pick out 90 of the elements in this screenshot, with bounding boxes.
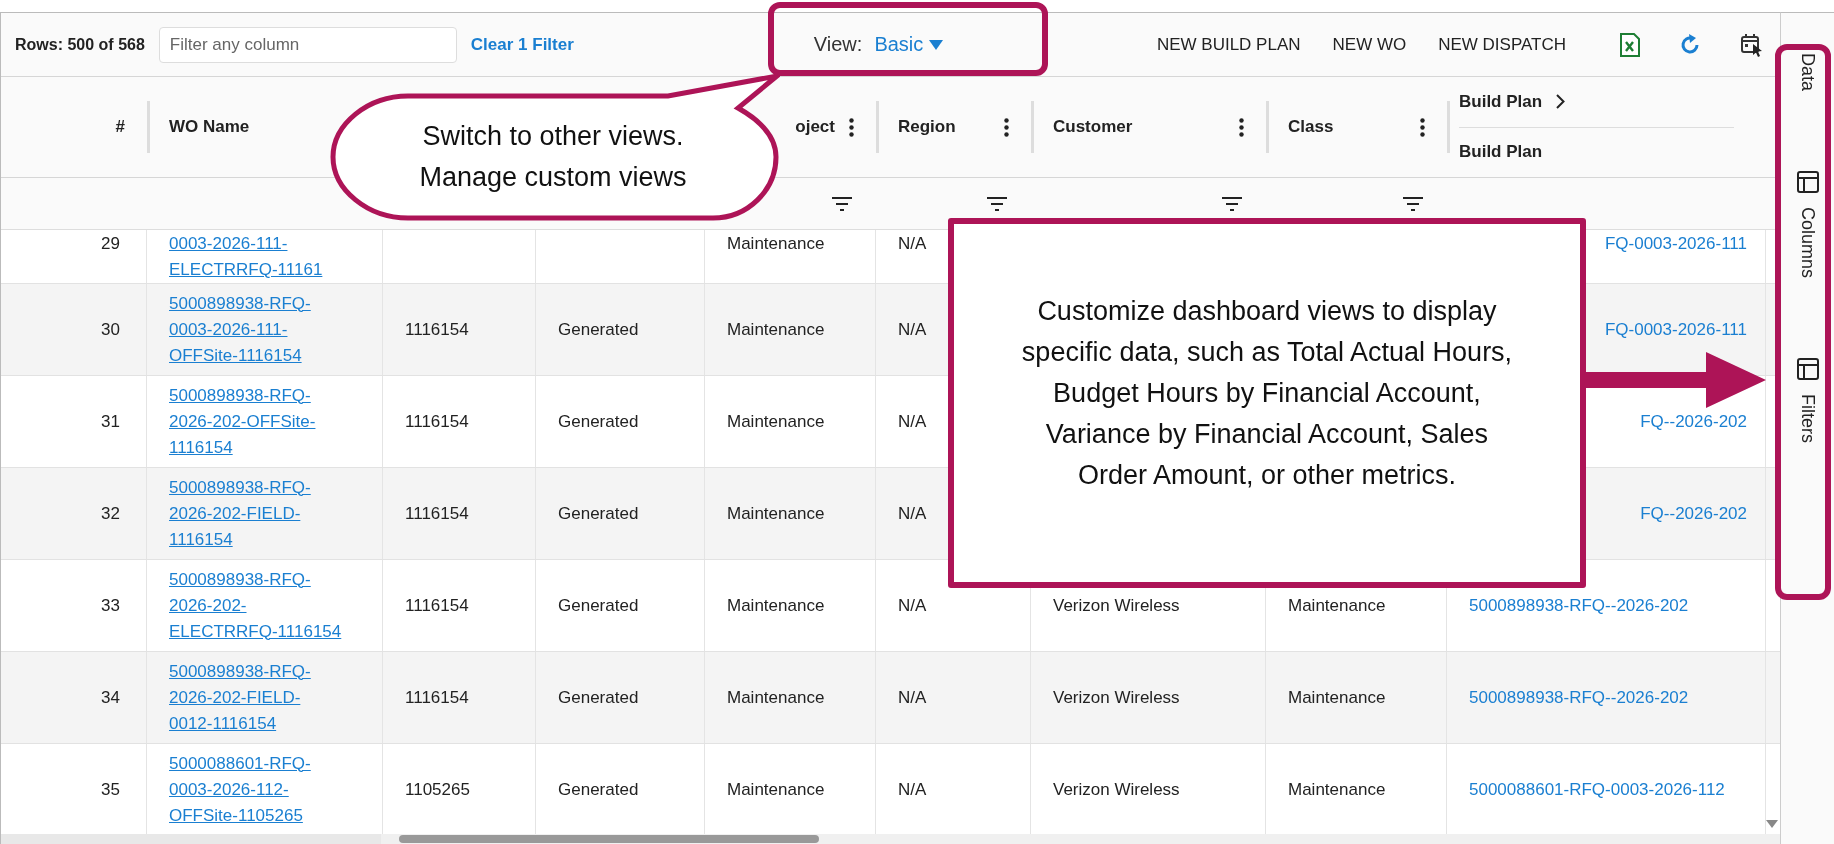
- table-cell-text: Maintenance: [727, 778, 825, 801]
- action-button[interactable]: NEW DISPATCH: [1422, 34, 1582, 55]
- table-cell-text: Generated: [558, 410, 639, 433]
- table-cell-text: Maintenance: [727, 686, 825, 709]
- table-cell-text: Maintenance: [727, 318, 825, 341]
- filter-field[interactable]: Filter any column: [158, 26, 457, 63]
- panel-tab-icon: [1796, 171, 1819, 194]
- table-cell-text: 1116154: [405, 502, 469, 525]
- side-panel-tab[interactable]: Columns: [1796, 171, 1819, 279]
- panel-tab-icon: [1796, 358, 1819, 381]
- column-header: Class: [1288, 117, 1334, 137]
- view-dropdown[interactable]: Basic: [874, 33, 944, 56]
- calendar-icon[interactable]: [1740, 32, 1764, 57]
- table-cell-text: Generated: [558, 778, 639, 801]
- column-group-header: Build Plan: [1459, 91, 1543, 112]
- callout-text: Switch to other views. Manage custom views: [418, 120, 688, 194]
- build-plan-link[interactable]: 5000898938-RFQ--2026-202: [1469, 592, 1689, 619]
- row-count: Rows: 500 of 568: [15, 35, 145, 54]
- table-cell-text: 1105265: [405, 778, 470, 801]
- table-cell-text: Maintenance: [727, 410, 825, 433]
- filter-icon[interactable]: [987, 196, 1007, 211]
- column-header: #: [115, 117, 125, 137]
- row-number: 29: [101, 233, 120, 255]
- build-plan-link[interactable]: FQ--2026-202: [1640, 500, 1747, 527]
- table-cell-text: Generated: [558, 686, 639, 709]
- column-header: Customer: [1053, 117, 1133, 137]
- table-cell-text: 1116154: [405, 318, 469, 341]
- table-cell-text: 1116154: [405, 594, 469, 617]
- wo-name-link[interactable]: 5000898938-RFQ- 2026-202-FIELD- 1116154: [169, 474, 311, 553]
- spreadsheet-icon[interactable]: [1620, 32, 1640, 57]
- scrollbar-thumb[interactable]: [399, 835, 819, 843]
- wo-name-link[interactable]: 5000898938-RFQ- 2026-202-FIELD- 0012-1116154: [169, 658, 311, 737]
- scroll-down-icon[interactable]: [1766, 820, 1778, 828]
- table-cell-text: Maintenance: [727, 594, 825, 617]
- build-plan-link[interactable]: FQ--2026-202: [1640, 408, 1747, 435]
- table-cell-text: N/A: [898, 502, 927, 525]
- wo-name-link[interactable]: 5000898938-RFQ- 2026-202-OFFSite- 1116154: [169, 382, 316, 461]
- filter-icon[interactable]: [832, 196, 852, 211]
- table-cell-text: Maintenance: [1288, 778, 1386, 801]
- table-cell-text: N/A: [898, 686, 927, 709]
- build-plan-link[interactable]: 5000898938-RFQ--2026-202: [1469, 684, 1689, 711]
- table-cell-text: Maintenance: [727, 233, 825, 255]
- table-cell-text: Verizon Wireless: [1053, 594, 1180, 617]
- table-cell-text: N/A: [898, 778, 927, 801]
- filter-icon[interactable]: [1403, 196, 1423, 211]
- wo-name-link[interactable]: 5000898938-RFQ- 0003-2026-111- OFFSite-1116154: [169, 290, 311, 369]
- table-cell-text: Generated: [558, 594, 639, 617]
- table-cell-text: Verizon Wireless: [1053, 778, 1180, 801]
- table-cell-text: Maintenance: [1288, 594, 1386, 617]
- side-panel-tab[interactable]: Filters: [1796, 358, 1819, 444]
- row-number: 35: [101, 778, 120, 801]
- wo-name-link[interactable]: 5000088601-RFQ- 0003-2026-112- OFFSite-1105265: [169, 750, 311, 829]
- table-cell-text: N/A: [898, 318, 927, 341]
- table-cell-text: N/A: [898, 410, 927, 433]
- caret-icon: [929, 39, 944, 50]
- table-cell-text: Verizon Wireless: [1053, 686, 1180, 709]
- action-button[interactable]: NEW WO: [1316, 34, 1423, 55]
- column-header: Build Plan: [1459, 142, 1543, 163]
- column-header: WO Name: [169, 117, 250, 137]
- chevron-right-icon[interactable]: [1556, 94, 1566, 110]
- table-cell-text: Generated: [558, 318, 639, 341]
- filter-icon[interactable]: [1222, 196, 1242, 211]
- wo-name-link[interactable]: 0003-2026-111- ELECTRRFQ-11161: [169, 231, 323, 283]
- row-number: 31: [101, 410, 120, 433]
- column-header: Region: [898, 117, 956, 137]
- table-cell-text: N/A: [898, 594, 927, 617]
- column-header: oject: [795, 117, 835, 137]
- table-cell-text: Maintenance: [727, 502, 825, 525]
- row-number: 34: [101, 686, 120, 709]
- kebab-menu-icon[interactable]: [1420, 117, 1425, 137]
- callout-text: Customize dashboard views to display specific data, such as Total Actual Hours, Budget Hours by Financial Account, Variance by Financial Account, Sales Order Amount, or other metrics.: [1021, 294, 1513, 492]
- build-plan-link[interactable]: FQ-0003-2026-111: [1604, 231, 1747, 257]
- table-cell-text: Generated: [558, 502, 639, 525]
- row-number: 33: [101, 594, 120, 617]
- build-plan-link[interactable]: 5000088601-RFQ-0003-2026-112: [1469, 776, 1725, 803]
- action-button[interactable]: NEW BUILD PLAN: [1140, 34, 1317, 55]
- table-cell-text: 1116154: [405, 686, 469, 709]
- clear-filter-link[interactable]: Clear 1 Filter: [470, 34, 574, 55]
- table-cell-text: N/A: [898, 233, 927, 255]
- kebab-menu-icon[interactable]: [1239, 117, 1244, 137]
- table-cell-text: 1116154: [405, 410, 469, 433]
- table-cell-text: Maintenance: [1288, 686, 1386, 709]
- view-label: View:: [813, 33, 863, 56]
- kebab-menu-icon[interactable]: [849, 117, 854, 137]
- kebab-menu-icon[interactable]: [1004, 117, 1009, 137]
- side-panel-tab[interactable]: Data: [1797, 53, 1818, 92]
- build-plan-link[interactable]: FQ-0003-2026-111: [1604, 316, 1747, 343]
- wo-name-link[interactable]: 5000898938-RFQ- 2026-202- ELECTRRFQ-1116154: [169, 566, 342, 645]
- row-number: 30: [101, 318, 120, 341]
- row-number: 32: [101, 502, 120, 525]
